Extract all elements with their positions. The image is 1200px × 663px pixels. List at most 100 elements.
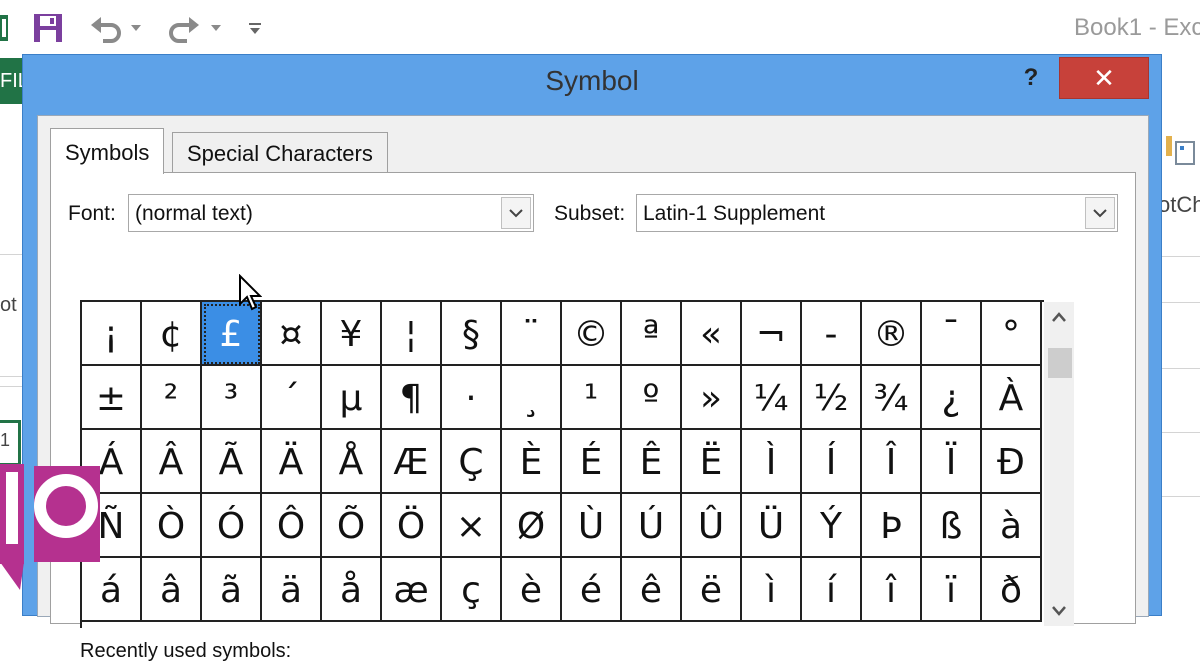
undo-icon[interactable] <box>88 10 124 46</box>
symbol-cell[interactable]: ì <box>742 558 802 622</box>
symbol-cell[interactable]: â <box>142 558 202 622</box>
symbol-cell[interactable]: È <box>502 430 562 494</box>
symbol-cell[interactable]: » <box>682 366 742 430</box>
symbol-grid[interactable]: ¡ ¢ £ ¤ ¥ ¦ § ¨ © ª «¬ - ® ¯ ° ± ² ³ ´ µ ¶ · ¸ ¹ º» ¼ ½ ¾ ¿ À Á Â Ã Ä Å Æ Ç È… <box>80 300 1044 628</box>
symbol-cell[interactable]: ¼ <box>742 366 802 430</box>
symbol-cell[interactable]: Ö <box>382 494 442 558</box>
symbol-cell[interactable]: î <box>862 558 922 622</box>
combo-arrow-icon[interactable] <box>1085 197 1115 229</box>
redo-icon[interactable] <box>166 10 202 46</box>
symbol-cell[interactable]: Ø <box>502 494 562 558</box>
symbol-cell[interactable]: ¾ <box>862 366 922 430</box>
symbol-cell[interactable]: Õ <box>322 494 382 558</box>
symbol-cell[interactable]: ¤ <box>262 302 322 366</box>
symbol-cell[interactable]: ï <box>922 558 982 622</box>
symbol-cell[interactable]: « <box>682 302 742 366</box>
symbol-cell[interactable]: À <box>982 366 1042 430</box>
symbol-cell[interactable]: ° <box>982 302 1042 366</box>
symbol-cell[interactable]: Þ <box>862 494 922 558</box>
symbol-cell[interactable]: é <box>562 558 622 622</box>
symbol-cell[interactable]: è <box>502 558 562 622</box>
symbol-cell[interactable]: Ï <box>922 430 982 494</box>
scroll-down-icon[interactable] <box>1044 596 1074 626</box>
undo-dropdown-icon[interactable] <box>126 10 146 46</box>
symbol-cell[interactable]: ¡ <box>82 302 142 366</box>
help-button[interactable]: ? <box>1019 63 1043 93</box>
symbol-cell[interactable]: ¸ <box>502 366 562 430</box>
customize-qat-icon[interactable] <box>244 10 266 46</box>
symbol-cell[interactable]: Ë <box>682 430 742 494</box>
symbol-cell[interactable]: · <box>442 366 502 430</box>
symbol-cell[interactable]: Ô <box>262 494 322 558</box>
symbol-cell[interactable]: æ <box>382 558 442 622</box>
symbol-cell[interactable]: Í <box>802 430 862 494</box>
symbol-cell[interactable]: § <box>442 302 502 366</box>
symbol-cell[interactable]: Æ <box>382 430 442 494</box>
symbol-cell[interactable]: ® <box>862 302 922 366</box>
symbol-cell[interactable]: - <box>802 302 862 366</box>
file-tab[interactable]: FIL <box>0 58 22 104</box>
subset-label: Subset: <box>554 202 626 225</box>
symbol-cell[interactable]: º <box>622 366 682 430</box>
tab-symbols[interactable]: Symbols <box>50 128 165 174</box>
symbol-cell[interactable]: ä <box>262 558 322 622</box>
symbol-cell[interactable]: ¨ <box>502 302 562 366</box>
symbol-cell[interactable]: Î <box>862 430 922 494</box>
symbol-cell[interactable]: µ <box>322 366 382 430</box>
symbol-cell[interactable]: Ê <box>622 430 682 494</box>
symbol-cell[interactable]: Ð <box>982 430 1042 494</box>
symbol-cell[interactable]: ¹ <box>562 366 622 430</box>
symbol-cell[interactable]: Ä <box>262 430 322 494</box>
symbol-cell[interactable]: ß <box>922 494 982 558</box>
symbol-cell[interactable]: ª <box>622 302 682 366</box>
symbol-cell[interactable]: ´ <box>262 366 322 430</box>
symbol-cell[interactable]: Ì <box>742 430 802 494</box>
combo-arrow-icon[interactable] <box>501 197 531 229</box>
symbol-cell[interactable]: Û <box>682 494 742 558</box>
symbol-cell[interactable]: Ü <box>742 494 802 558</box>
symbol-cell[interactable]: ± <box>82 366 142 430</box>
symbol-cell[interactable]: © <box>562 302 622 366</box>
tab-special-characters[interactable]: Special Characters <box>172 132 388 172</box>
redo-dropdown-icon[interactable] <box>206 10 226 46</box>
scroll-up-icon[interactable] <box>1044 302 1074 332</box>
symbol-cell[interactable]: å <box>322 558 382 622</box>
pivotchart-icon[interactable] <box>1164 126 1196 166</box>
symbol-cell[interactable]: ¯ <box>922 302 982 366</box>
symbol-cell[interactable]: ã <box>202 558 262 622</box>
symbol-cell[interactable]: ê <box>622 558 682 622</box>
scroll-thumb[interactable] <box>1048 348 1072 378</box>
save-icon[interactable] <box>30 10 66 46</box>
symbol-cell[interactable]: ½ <box>802 366 862 430</box>
symbol-scrollbar[interactable] <box>1044 302 1074 626</box>
symbol-cell[interactable]: ç <box>442 558 502 622</box>
symbol-cell[interactable]: ³ <box>202 366 262 430</box>
symbol-cell[interactable]: ¿ <box>922 366 982 430</box>
close-button[interactable]: ✕ <box>1059 57 1149 99</box>
symbol-cell[interactable]: × <box>442 494 502 558</box>
font-combobox[interactable]: (normal text) <box>128 194 534 232</box>
symbol-cell[interactable]: í <box>802 558 862 622</box>
symbol-cell[interactable]: Ç <box>442 430 502 494</box>
symbol-cell[interactable]: Ó <box>202 494 262 558</box>
symbol-cell[interactable]: Ý <box>802 494 862 558</box>
mouse-cursor-icon <box>238 273 263 314</box>
symbol-cell[interactable]: ¥ <box>322 302 382 366</box>
symbol-cell[interactable]: ¦ <box>382 302 442 366</box>
symbol-cell[interactable]: ² <box>142 366 202 430</box>
symbol-cell[interactable]: à <box>982 494 1042 558</box>
subset-combobox[interactable]: Latin-1 Supplement <box>636 194 1118 232</box>
symbol-cell[interactable]: Ò <box>142 494 202 558</box>
symbol-cell[interactable]: ¢ <box>142 302 202 366</box>
symbol-cell[interactable]: ð <box>982 558 1042 622</box>
symbol-cell[interactable]: Ù <box>562 494 622 558</box>
symbol-cell[interactable]: Ã <box>202 430 262 494</box>
symbol-cell[interactable]: ë <box>682 558 742 622</box>
symbol-cell[interactable]: Ú <box>622 494 682 558</box>
symbol-cell[interactable]: ¬ <box>742 302 802 366</box>
gridline <box>0 386 22 387</box>
symbol-cell[interactable]: Â <box>142 430 202 494</box>
symbol-cell[interactable]: Å <box>322 430 382 494</box>
symbol-cell[interactable]: É <box>562 430 622 494</box>
symbol-cell[interactable]: ¶ <box>382 366 442 430</box>
